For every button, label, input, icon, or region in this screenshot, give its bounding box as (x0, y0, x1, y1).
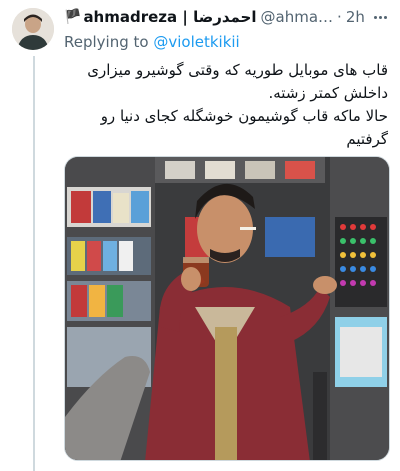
replying-to: Replying to @violetkikii (64, 33, 390, 53)
tweet-header: 🏴 ahmadreza | احمدرضا @ahma… · 2h (64, 6, 390, 28)
replying-to-label: Replying to (64, 33, 154, 51)
tweet-text-line: داخلش کمتر زشته. (268, 84, 388, 102)
reply-mention-link[interactable]: @violetkikii (153, 33, 239, 51)
avatar-image (12, 8, 54, 50)
timestamp[interactable]: 2h (346, 8, 365, 26)
thread-connector-line (33, 56, 35, 471)
tweet-text: قاب های موبایل طوریه که وقتی گوشیرو میزا… (64, 59, 390, 151)
display-name[interactable]: ahmadreza | احمدرضا (83, 8, 256, 26)
tweet-body: 🏴 ahmadreza | احمدرضا @ahma… · 2h Replyi… (64, 6, 390, 151)
tweet-text-line: گرفتیم (346, 130, 388, 148)
avatar[interactable] (12, 8, 54, 50)
tweet-media-image[interactable] (64, 156, 390, 461)
avatar-column (12, 8, 54, 50)
more-horizontal-icon[interactable] (370, 15, 390, 19)
tweet-text-line: حالا ماکه قاب گوشیمون خوشگله کجای دنیا ر… (100, 107, 388, 125)
user-handle[interactable]: @ahma… (261, 8, 334, 26)
flag-icon: 🏴 (64, 9, 82, 25)
dot-separator: · (337, 8, 342, 26)
media-photo (65, 157, 389, 460)
tweet-text-line: قاب های موبایل طوریه که وقتی گوشیرو میزا… (87, 61, 388, 79)
